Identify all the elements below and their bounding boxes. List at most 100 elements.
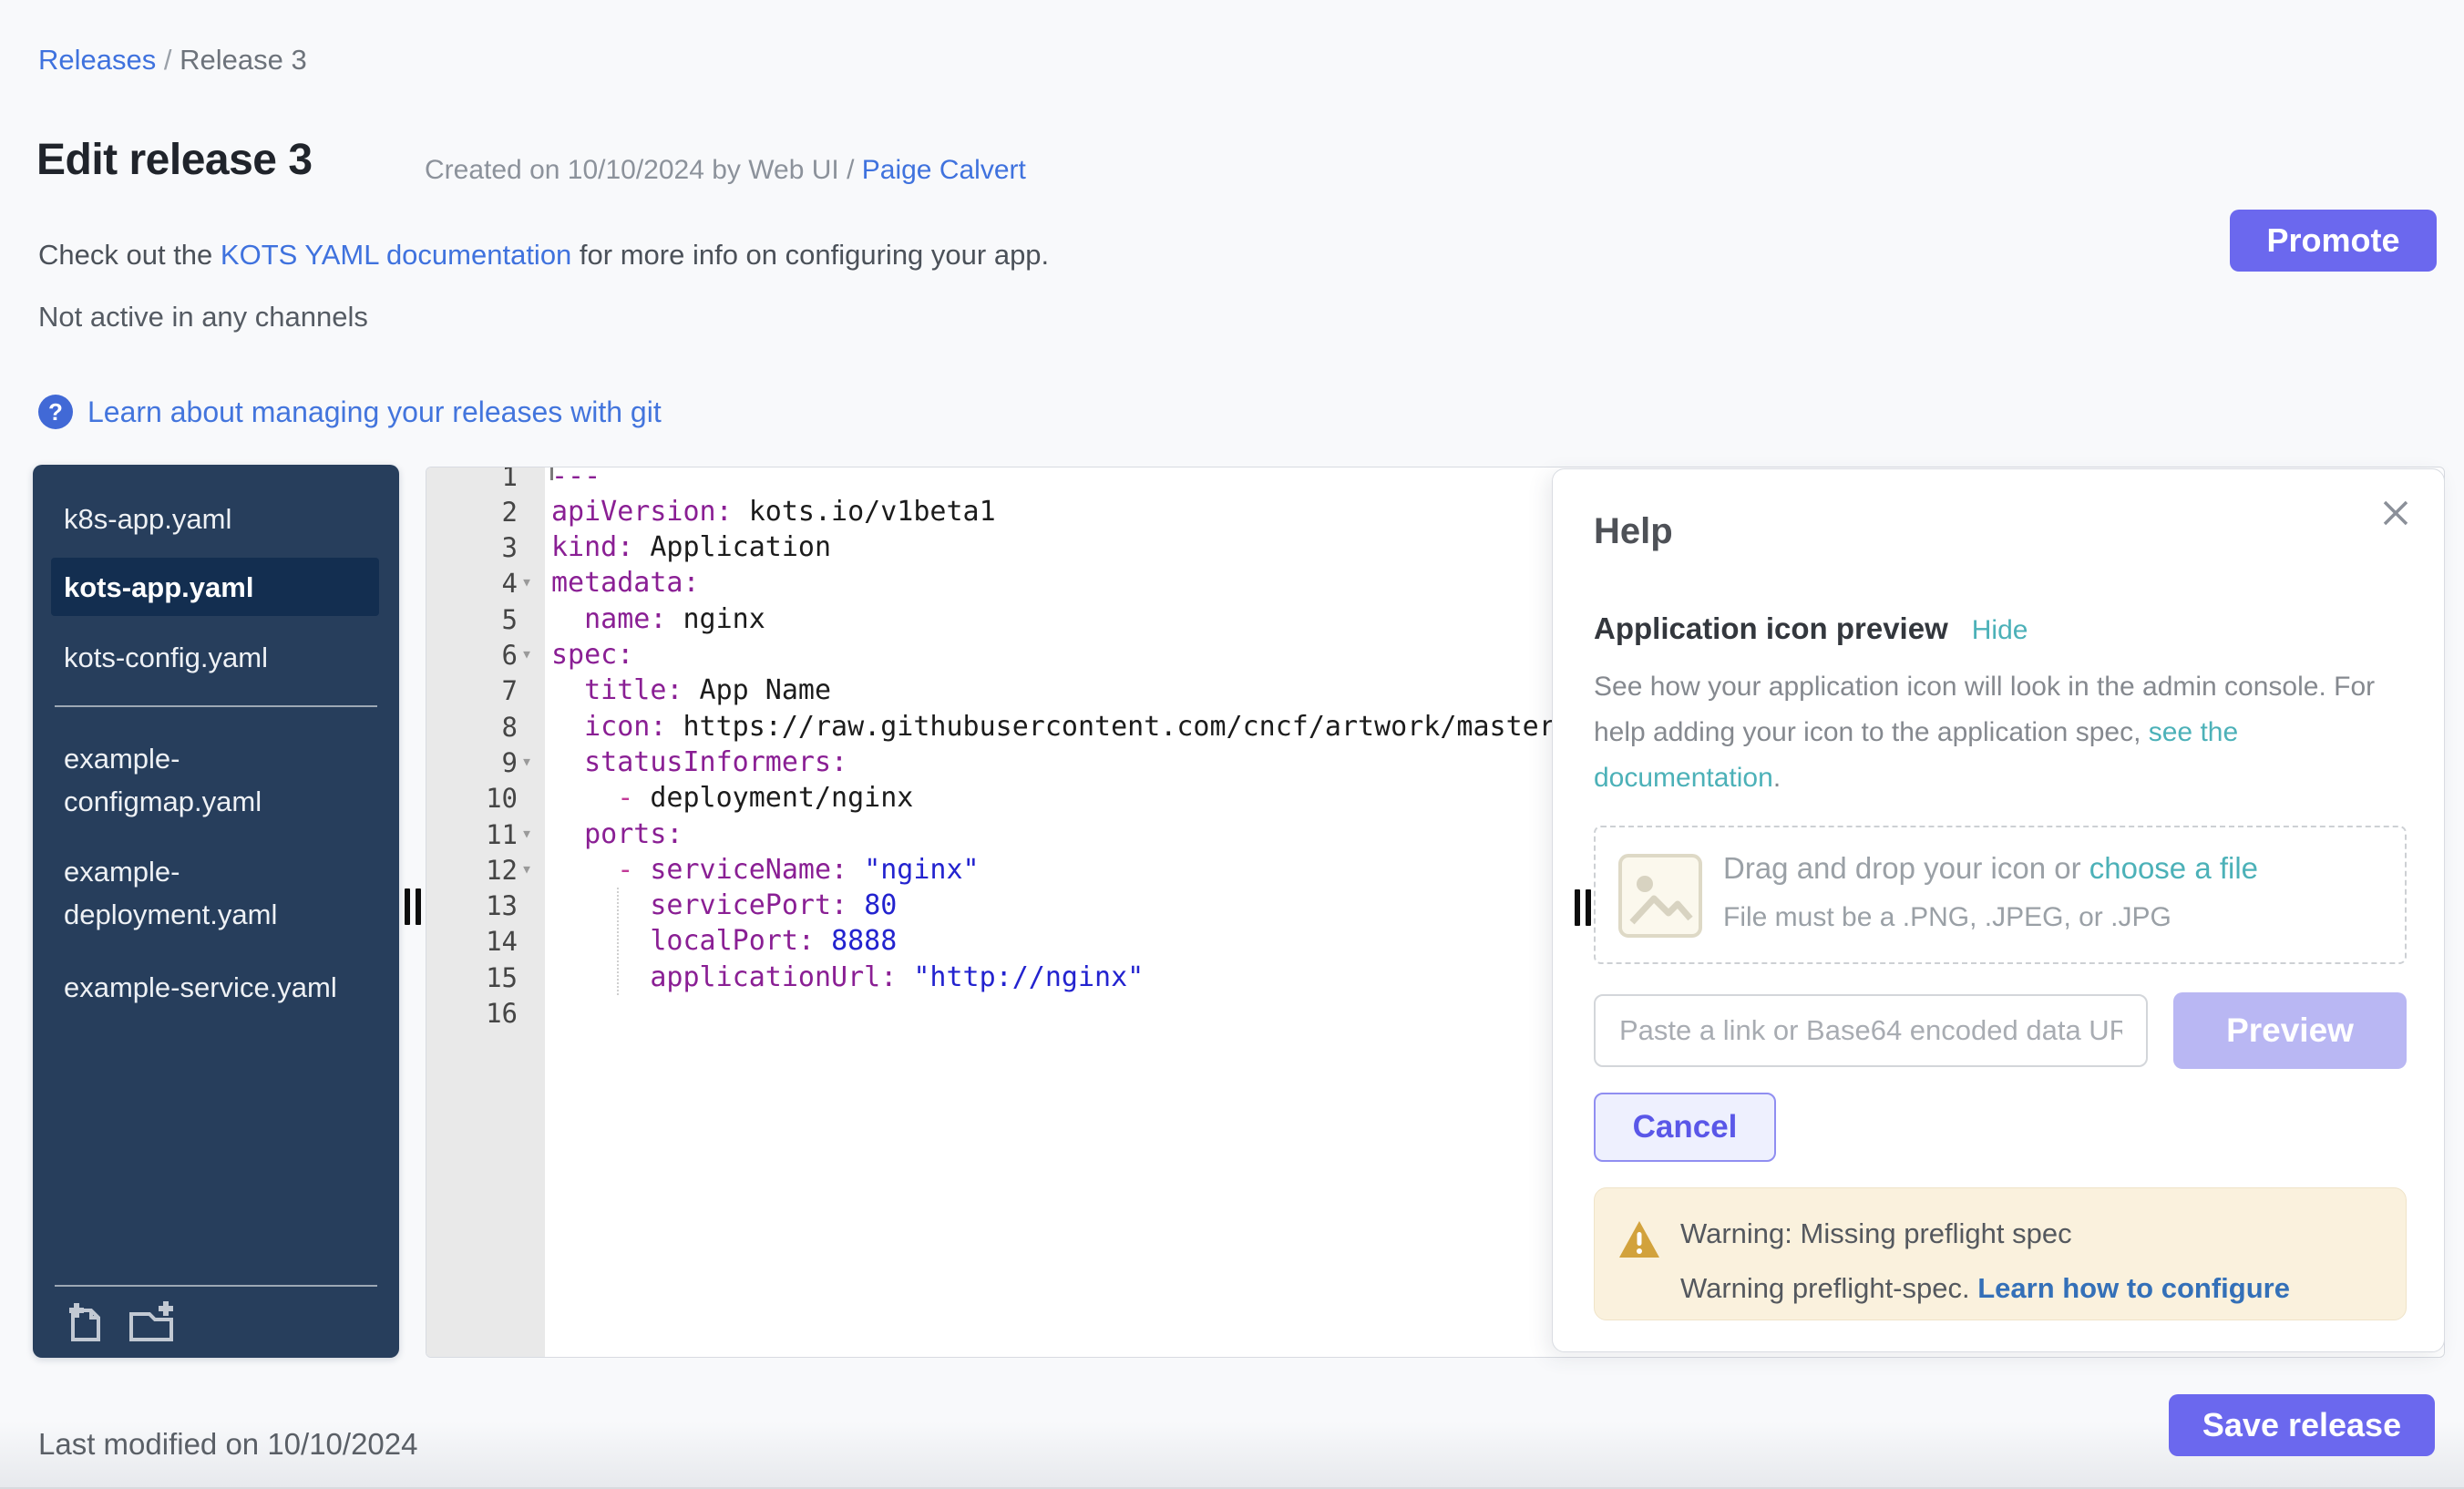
file-label: example- xyxy=(64,737,399,780)
code-text: apiVersion: kots.io/v1beta1 xyxy=(551,494,996,530)
author-link[interactable]: Paige Calvert xyxy=(862,155,1026,185)
file-tree-item-example-configmap-yaml[interactable]: example-configmap.yaml xyxy=(33,734,399,826)
fold-arrow-icon[interactable]: ▾ xyxy=(521,743,532,779)
release-editor-screen: Releases / Release 3 Edit release 3 Crea… xyxy=(0,0,2464,1489)
sidebar-bottom-divider xyxy=(55,1285,377,1287)
line-number: 3 xyxy=(426,529,518,566)
file-tree-item-kots-config-yaml[interactable]: kots-config.yaml xyxy=(33,631,399,683)
fold-arrow-icon[interactable]: ▾ xyxy=(521,850,532,887)
breadcrumb: Releases / Release 3 xyxy=(38,44,307,77)
file-label: example- xyxy=(64,850,399,893)
code-text: - deployment/nginx xyxy=(551,780,913,816)
new-file-icon[interactable] xyxy=(60,1298,106,1345)
code-text: - serviceName: "nginx" xyxy=(551,852,980,888)
code-text: kind: Application xyxy=(551,529,831,566)
learn-configure-link[interactable]: Learn how to configure xyxy=(1977,1272,2290,1304)
text-cursor xyxy=(550,467,553,480)
line-number: 15 xyxy=(426,960,518,996)
help-panel-title: Help xyxy=(1594,511,1673,552)
learn-git-link[interactable]: Learn about managing your releases with … xyxy=(87,395,662,429)
file-tree-item-example-service-yaml[interactable]: example-service.yaml xyxy=(33,960,399,1013)
fold-arrow-icon[interactable]: ▾ xyxy=(521,815,532,851)
description-text: See how your application icon will look … xyxy=(1594,672,2375,747)
file-tree-item-kots-app-yaml[interactable]: kots-app.yaml xyxy=(51,558,379,616)
indent-guide xyxy=(617,888,619,995)
line-number: 13 xyxy=(426,888,518,924)
sidebar-resize-handle[interactable] xyxy=(405,888,410,925)
docs-hint-suffix: for more info on configuring your app. xyxy=(571,239,1049,271)
line-number: 7 xyxy=(426,673,518,709)
icon-preview-header: Application icon preview Hide xyxy=(1594,611,2028,646)
line-number: 8 xyxy=(426,709,518,745)
new-folder-icon[interactable] xyxy=(126,1298,179,1345)
fold-arrow-icon[interactable]: ▾ xyxy=(521,635,532,672)
line-number: 9 xyxy=(426,744,518,781)
file-label: k8s-app.yaml xyxy=(64,498,399,540)
dropzone-hint: File must be a .PNG, .JPEG, or .JPG xyxy=(1723,902,2171,933)
promote-button[interactable]: Promote xyxy=(2230,210,2437,272)
file-label: kots-config.yaml xyxy=(64,636,399,679)
choose-file-link[interactable]: choose a file xyxy=(2089,851,2258,885)
icon-dropzone[interactable]: Drag and drop your icon or choose a file… xyxy=(1594,826,2407,964)
icon-preview-description: See how your application icon will look … xyxy=(1594,664,2396,801)
created-line: Created on 10/10/2024 by Web UI / Paige … xyxy=(425,155,1026,186)
created-text: Created on 10/10/2024 by Web UI / xyxy=(425,155,862,185)
warning-icon xyxy=(1618,1219,1660,1259)
file-tree-sidebar: k8s-app.yaml kots-app.yaml kots-config.yam… xyxy=(33,465,399,1358)
breadcrumb-separator: / xyxy=(156,44,180,76)
description-period: . xyxy=(1773,763,1781,793)
sidebar-resize-handle[interactable] xyxy=(416,888,421,925)
code-text: ports: xyxy=(551,816,683,853)
breadcrumb-releases-link[interactable]: Releases xyxy=(38,44,156,76)
line-number: 6 xyxy=(426,637,518,673)
question-icon: ? xyxy=(38,395,73,429)
code-text: statusInformers: xyxy=(551,744,847,781)
help-panel-resize-handle[interactable] xyxy=(1575,889,1580,926)
code-text: --- xyxy=(551,467,601,495)
code-text: icon: https://raw.githubusercontent.com/… xyxy=(551,709,1572,745)
last-modified-text: Last modified on 10/10/2024 xyxy=(38,1427,417,1462)
code-text: name: nginx xyxy=(551,601,765,638)
save-release-button[interactable]: Save release xyxy=(2169,1394,2435,1456)
help-panel: Help Application icon preview Hide See ho… xyxy=(1552,468,2445,1352)
close-icon[interactable] xyxy=(2377,495,2414,531)
kots-docs-link[interactable]: KOTS YAML documentation xyxy=(221,239,571,271)
line-number: 16 xyxy=(426,995,518,1032)
learn-git-row: ? Learn about managing your releases wit… xyxy=(38,394,662,430)
code-text: metadata: xyxy=(551,565,700,601)
preview-button[interactable]: Preview xyxy=(2173,992,2407,1069)
channel-status: Not active in any channels xyxy=(38,301,368,334)
hide-link[interactable]: Hide xyxy=(1972,615,2028,645)
icon-url-input[interactable] xyxy=(1594,994,2148,1067)
code-text: applicationUrl: "http://nginx" xyxy=(551,960,1144,996)
help-panel-resize-handle[interactable] xyxy=(1586,889,1591,926)
dropzone-prefix: Drag and drop your icon or xyxy=(1723,851,2089,885)
file-tree-item-k8s-app-yaml[interactable]: k8s-app.yaml xyxy=(33,492,399,545)
file-group-divider xyxy=(55,705,377,707)
docs-hint-prefix: Check out the xyxy=(38,239,221,271)
warning-title: Warning: Missing preflight spec xyxy=(1680,1217,2072,1250)
dropzone-label: Drag and drop your icon or choose a file xyxy=(1723,851,2258,886)
icon-preview-title: Application icon preview xyxy=(1594,611,1948,645)
line-number: 2 xyxy=(426,494,518,530)
code-text: title: App Name xyxy=(551,673,831,709)
line-number: 11 xyxy=(426,816,518,853)
warning-detail: Warning preflight-spec. Learn how to con… xyxy=(1680,1272,2290,1305)
line-number: 4 xyxy=(426,565,518,601)
code-text: localPort: 8888 xyxy=(551,923,897,960)
file-label: configmap.yaml xyxy=(64,780,399,823)
preflight-warning: Warning: Missing preflight spec Warning … xyxy=(1594,1187,2407,1320)
file-tree-item-example-deployment-yaml[interactable]: example-deployment.yaml xyxy=(33,847,399,939)
sidebar-actions xyxy=(60,1298,179,1345)
fold-arrow-icon[interactable]: ▾ xyxy=(521,563,532,600)
docs-hint-line: Check out the KOTS YAML documentation fo… xyxy=(38,239,1049,272)
image-placeholder-icon xyxy=(1617,853,1703,939)
line-number: 12 xyxy=(426,852,518,888)
breadcrumb-current: Release 3 xyxy=(180,44,307,76)
warning-detail-text: Warning preflight-spec. xyxy=(1680,1272,1977,1304)
line-number: 1 xyxy=(426,467,518,495)
line-number: 14 xyxy=(426,923,518,960)
line-number: 5 xyxy=(426,601,518,638)
file-label: deployment.yaml xyxy=(64,893,399,936)
cancel-button[interactable]: Cancel xyxy=(1594,1093,1776,1162)
